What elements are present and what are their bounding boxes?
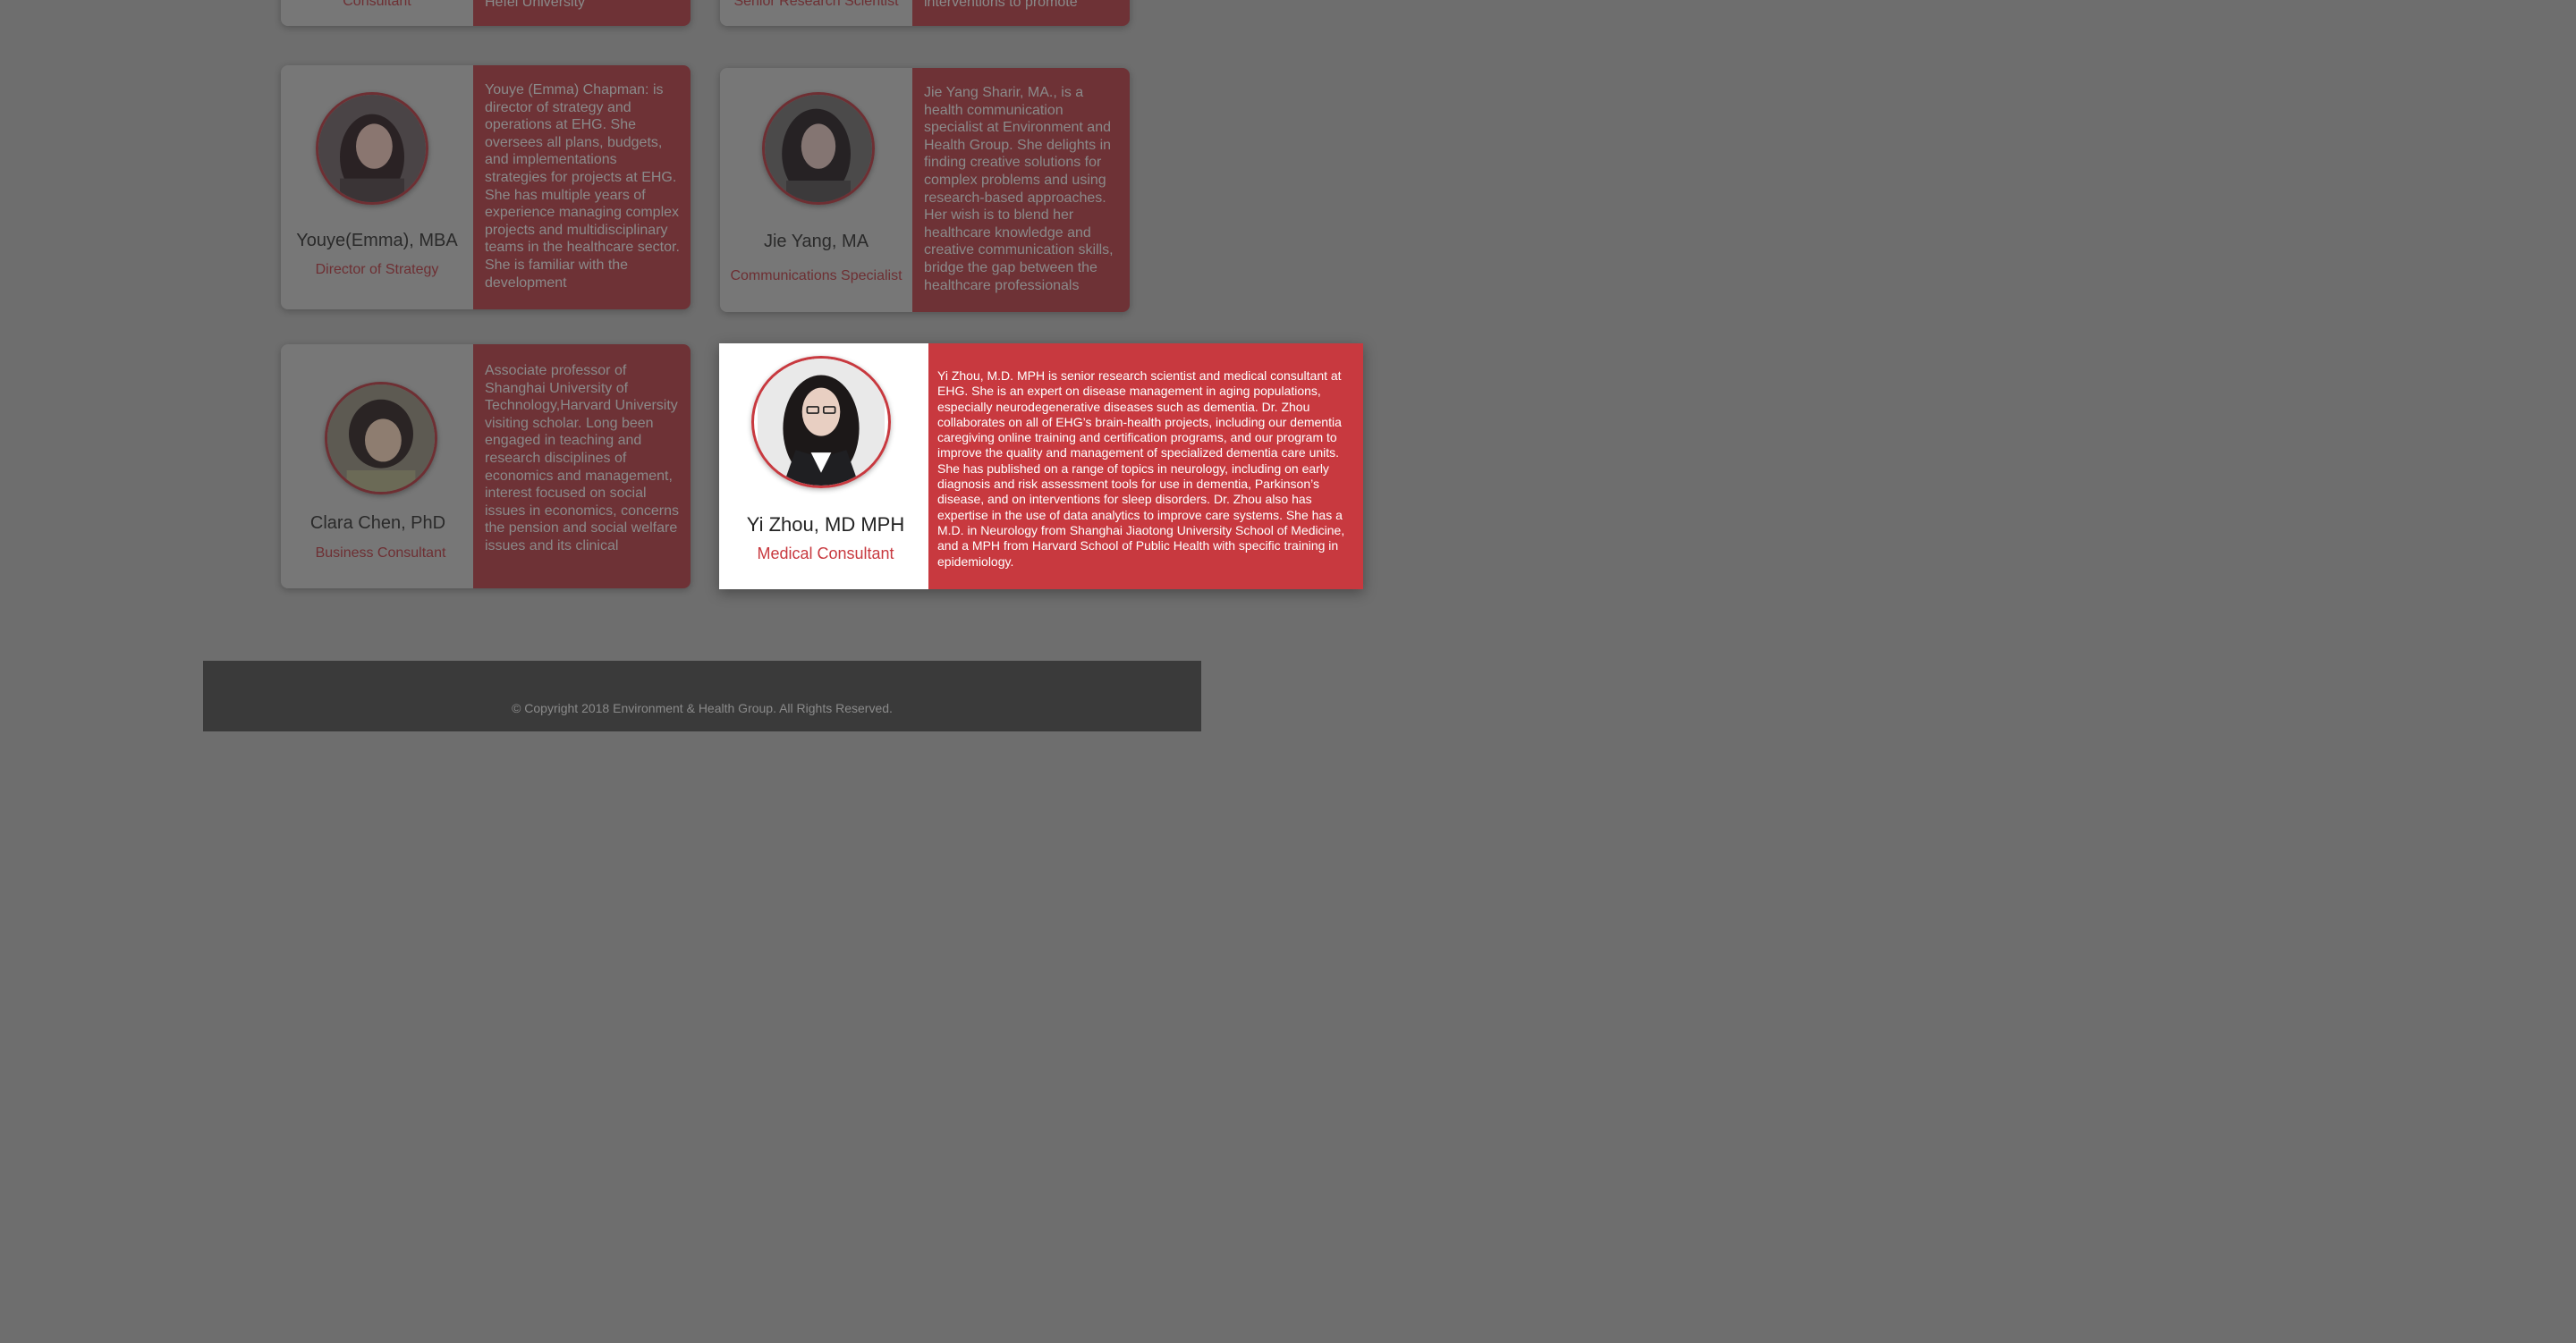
member-name: Jie Yang, MA [763, 232, 869, 251]
member-role: Senior Research Scientist [733, 0, 899, 9]
team-card-partial-2: Senior Research Scientist interventions … [720, 0, 1130, 26]
team-card-youye[interactable]: Youye(Emma), MBA Director of Strategy Yo… [281, 65, 691, 309]
team-card-photo-panel: Youye(Emma), MBA Director of Strategy [281, 65, 473, 309]
team-card-photo-panel: Senior Research Scientist [720, 0, 912, 26]
member-role: Business Consultant [315, 545, 446, 561]
member-bio: Jie Yang Sharir, MA., is a health commun… [924, 85, 1114, 293]
member-name: Youye(Emma), MBA [296, 231, 458, 250]
team-card-jie-yang[interactable]: Jie Yang, MA Communications Specialist J… [720, 68, 1130, 312]
avatar [325, 382, 437, 494]
footer-copyright: © Copyright 2018 Environment & Health Gr… [512, 701, 893, 715]
team-card-bio: Youye (Emma) Chapman: is director of str… [473, 65, 691, 309]
portrait-image [758, 359, 885, 486]
team-card-bio: Associate professor of Shanghai Universi… [473, 344, 691, 588]
portrait-image [765, 95, 872, 202]
avatar [316, 92, 428, 205]
portrait-image [327, 384, 435, 492]
member-role: Director of Strategy [315, 262, 439, 277]
team-card-yi-zhou[interactable]: Yi Zhou, MD MPH Medical Consultant Yi Zh… [719, 343, 1363, 589]
team-card-photo-panel: Yi Zhou, MD MPH Medical Consultant [719, 343, 928, 589]
member-name: Yi Zhou, MD MPH [746, 513, 905, 536]
member-bio: interventions to promote [924, 0, 1078, 10]
member-role: Communications Specialist [730, 268, 902, 283]
member-bio: Hefei University [485, 0, 586, 10]
avatar [751, 356, 891, 488]
team-card-bio: Yi Zhou, M.D. MPH is senior research sci… [928, 343, 1363, 589]
member-bio: Youye (Emma) Chapman: is director of str… [485, 82, 680, 291]
member-bio: Associate professor of Shanghai Universi… [485, 363, 679, 553]
team-card-partial-1: Consultant Hefei University [281, 0, 691, 26]
team-card-bio: Jie Yang Sharir, MA., is a health commun… [912, 68, 1130, 312]
team-card-photo-panel: Clara Chen, PhD Business Consultant [281, 344, 473, 588]
team-card-bio: Hefei University [473, 0, 691, 26]
member-name: Clara Chen, PhD [309, 513, 446, 533]
avatar [762, 92, 875, 205]
member-role: Consultant [343, 0, 411, 9]
team-card-photo-panel: Jie Yang, MA Communications Specialist [720, 68, 912, 312]
member-bio: Yi Zhou, M.D. MPH is senior research sci… [937, 368, 1345, 569]
member-role: Medical Consultant [757, 545, 894, 562]
portrait-image [318, 95, 426, 202]
footer: © Copyright 2018 Environment & Health Gr… [203, 661, 1201, 731]
team-card-clara-chen[interactable]: Clara Chen, PhD Business Consultant Asso… [281, 344, 691, 588]
team-card-photo-panel: Consultant [281, 0, 473, 26]
team-card-bio: interventions to promote [912, 0, 1130, 26]
